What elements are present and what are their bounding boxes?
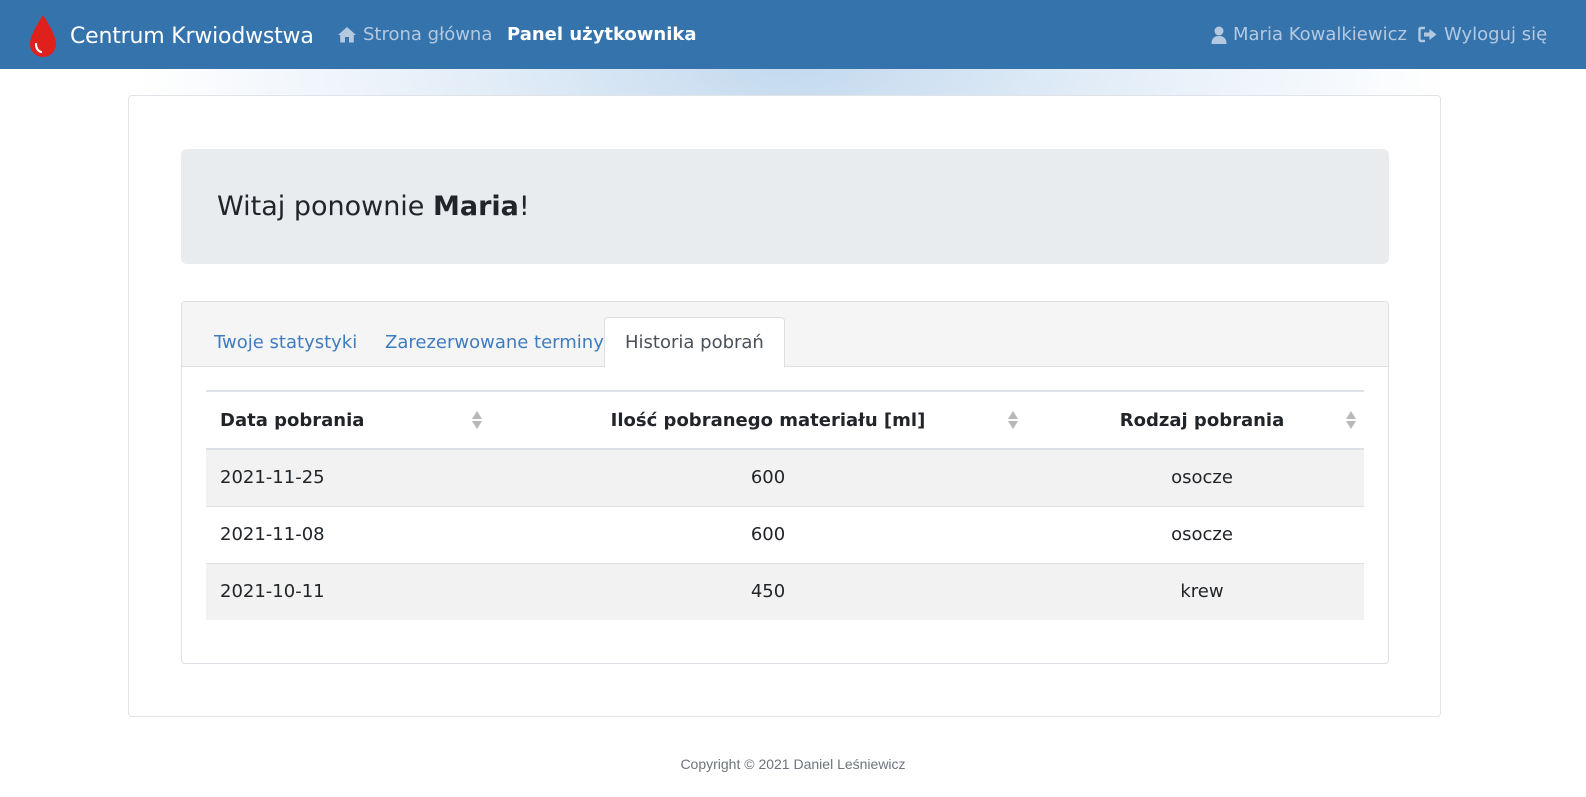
nav-user-panel-label: Panel użytkownika (507, 24, 697, 45)
footer-copyright: Copyright © 2021 Daniel Leśniewicz (680, 756, 906, 772)
home-icon (337, 26, 357, 43)
tab-donation-history[interactable]: Historia pobrań (604, 317, 785, 368)
sign-out-icon (1418, 26, 1438, 43)
blood-drop-icon (28, 14, 58, 58)
logout-link[interactable]: Wyloguj się (1418, 0, 1547, 69)
cell-type: krew (1040, 562, 1364, 620)
cell-amount: 600 (496, 505, 1040, 563)
brand-link[interactable]: Centrum Krwiodwstwa (28, 14, 314, 58)
nav-home-link[interactable]: Strona główna (337, 0, 492, 69)
header-type-label: Rodzaj pobrania (1119, 409, 1285, 431)
cell-type: osocze (1040, 505, 1364, 563)
sort-icon[interactable] (1007, 410, 1019, 430)
table-header-row: Data pobrania Ilość pobranego materiału … (206, 390, 1364, 450)
cell-date: 2021-10-11 (206, 562, 496, 620)
cell-amount: 600 (496, 448, 1040, 506)
user-icon (1211, 26, 1227, 44)
table-row: 2021-10-11 450 krew (206, 562, 1364, 620)
welcome-suffix: ! (518, 191, 530, 222)
table-row: 2021-11-25 600 osocze (206, 448, 1364, 506)
welcome-banner: Witaj ponownie Maria! (181, 149, 1389, 264)
tab-stats[interactable]: Twoje statystyki (194, 317, 377, 367)
welcome-prefix: Witaj ponownie (217, 191, 433, 222)
sort-icon[interactable] (1345, 410, 1357, 430)
tab-reservations[interactable]: Zarezerwowane terminy (365, 317, 624, 367)
header-date-label: Data pobrania (220, 409, 365, 431)
user-name: Maria Kowalkiewicz (1233, 24, 1407, 45)
cell-date: 2021-11-25 (206, 448, 496, 506)
donation-history-table: Data pobrania Ilość pobranego materiału … (206, 390, 1364, 620)
tabs-panel: Twoje statystyki Zarezerwowane terminy H… (181, 301, 1389, 664)
main-card: Witaj ponownie Maria! Twoje statystyki Z… (128, 95, 1441, 717)
header-type[interactable]: Rodzaj pobrania (1040, 390, 1364, 450)
nav-home-label: Strona główna (363, 24, 493, 45)
header-amount[interactable]: Ilość pobranego materiału [ml] (496, 390, 1040, 450)
cell-type: osocze (1040, 448, 1364, 506)
header-amount-label: Ilość pobranego materiału [ml] (610, 409, 926, 431)
brand-name: Centrum Krwiodwstwa (70, 23, 314, 49)
nav-profile-link[interactable]: Maria Kowalkiewicz (1211, 0, 1407, 69)
logout-label: Wyloguj się (1444, 24, 1548, 45)
nav-user-panel-link[interactable]: Panel użytkownika (507, 0, 697, 69)
cell-date: 2021-11-08 (206, 505, 496, 563)
navbar: Centrum Krwiodwstwa Strona główna Panel … (0, 0, 1586, 69)
sort-icon[interactable] (471, 410, 483, 430)
welcome-user-name: Maria (433, 191, 519, 222)
tabs-header: Twoje statystyki Zarezerwowane terminy H… (182, 302, 1388, 368)
cell-amount: 450 (496, 562, 1040, 620)
header-date[interactable]: Data pobrania (206, 390, 496, 450)
table-row: 2021-11-08 600 osocze (206, 505, 1364, 563)
